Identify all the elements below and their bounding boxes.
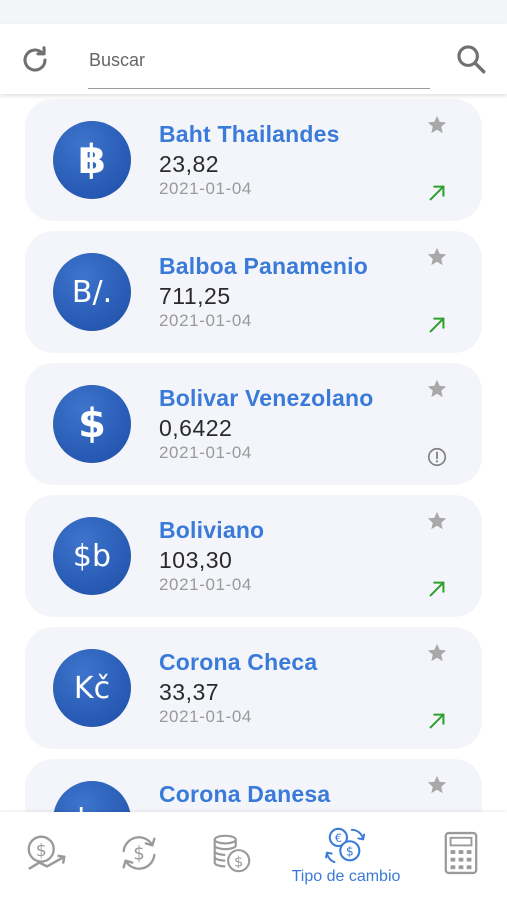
tab-tipo-de-cambio[interactable]: € $ Tipo de cambio — [280, 812, 412, 900]
currency-card[interactable]: ฿ Baht Thailandes 23,82 2021-01-04 — [25, 99, 482, 221]
currency-value: 103,30 — [159, 547, 233, 573]
currency-date: 2021-01-04 — [159, 311, 252, 330]
calculator-icon — [444, 831, 478, 875]
nav-convert[interactable]: $ — [114, 812, 164, 900]
currency-name: Corona Checa — [159, 649, 318, 675]
refresh-icon — [23, 46, 47, 72]
favorite-star-icon[interactable] — [426, 246, 448, 268]
search-button[interactable] — [452, 40, 490, 78]
favorite-star-icon[interactable] — [426, 510, 448, 532]
currency-symbol-icon: kr — [53, 781, 131, 812]
currency-card[interactable]: B/. Balboa Panamenio 711,25 2021-01-04 — [25, 231, 482, 353]
currency-name: Bolivar Venezolano — [159, 385, 374, 411]
currency-name: Boliviano — [159, 517, 265, 543]
search-icon — [457, 45, 486, 74]
nav-investment[interactable]: $ — [22, 812, 72, 900]
euro-dollar-exchange-icon: € $ — [325, 827, 366, 864]
favorite-star-icon[interactable] — [426, 114, 448, 136]
currency-value: 23,82 — [159, 151, 220, 177]
currency-date: 2021-01-04 — [159, 179, 252, 198]
currency-symbol-icon: B/. — [53, 253, 131, 331]
currency-symbol-icon: ฿ — [53, 121, 131, 199]
currency-card[interactable]: $b Boliviano 103,30 2021-01-04 — [25, 495, 482, 617]
refresh-button[interactable] — [17, 42, 53, 78]
svg-text:$: $ — [346, 845, 354, 859]
currency-value: 0,6422 — [159, 415, 233, 441]
currency-date: 2021-01-04 — [159, 707, 252, 726]
currency-name: Corona Danesa — [159, 781, 331, 807]
trend-up-icon — [429, 581, 445, 597]
currency-exchange-icon: $ — [122, 836, 156, 870]
svg-text:$: $ — [133, 844, 145, 865]
money-growth-icon: $ — [27, 835, 66, 870]
favorite-star-icon[interactable] — [426, 774, 448, 796]
currency-name: Balboa Panamenio — [159, 253, 368, 279]
currency-name: Baht Thailandes — [159, 121, 340, 147]
search-bar — [0, 24, 507, 94]
currency-card[interactable]: kr Corona Danesa — [25, 759, 482, 812]
currency-card[interactable]: Kč Corona Checa 33,37 2021-01-04 — [25, 627, 482, 749]
info-icon[interactable] — [426, 446, 448, 468]
currency-date: 2021-01-04 — [159, 443, 252, 462]
svg-text:$: $ — [234, 854, 243, 870]
search-input[interactable] — [88, 38, 431, 82]
currency-card[interactable]: $ Bolivar Venezolano 0,6422 2021-01-04 — [25, 363, 482, 485]
favorite-star-icon[interactable] — [426, 642, 448, 664]
svg-text:$: $ — [36, 841, 47, 861]
favorite-star-icon[interactable] — [426, 378, 448, 400]
tab-label: Tipo de cambio — [291, 868, 401, 885]
currency-symbol-icon: $b — [53, 517, 131, 595]
nav-coins[interactable]: $ — [206, 812, 256, 900]
coins-icon: $ — [213, 834, 251, 873]
svg-text:€: € — [335, 831, 342, 845]
currency-date: 2021-01-04 — [159, 575, 252, 594]
currency-symbol-icon: $ — [53, 385, 131, 463]
bottom-navigation: $ $ $ € $ Tipo de cambio — [0, 812, 507, 900]
currency-value: 33,37 — [159, 679, 220, 705]
trend-up-icon — [429, 317, 445, 333]
currency-symbol-icon: Kč — [53, 649, 131, 727]
trend-up-icon — [429, 713, 445, 729]
currency-value: 711,25 — [159, 283, 231, 309]
nav-calculator[interactable] — [438, 812, 484, 900]
currency-list[interactable]: ฿ Baht Thailandes 23,82 2021-01-04 B/. B… — [0, 94, 507, 812]
search-field — [88, 38, 431, 89]
status-bar-area — [0, 0, 507, 24]
trend-up-icon — [429, 185, 445, 201]
